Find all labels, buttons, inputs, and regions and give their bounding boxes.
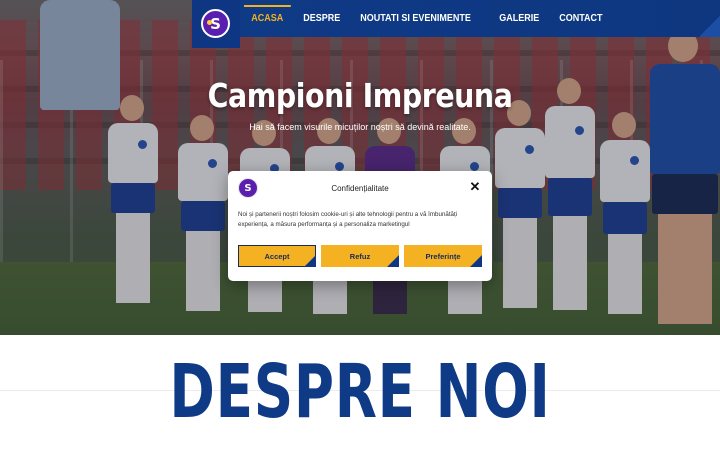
nav-item-contact[interactable]: CONTACT [552,0,610,37]
main-nav: ACASA DESPRE NOUTATI SI EVENIMENTE GALER… [244,0,616,37]
nav-item-despre[interactable]: DESPRE [296,0,347,37]
modal-text: Noi și partenerii noștri folosim cookie-… [238,211,458,228]
header-corner-decoration [700,15,720,37]
nav-item-galerie[interactable]: GALERIE [492,0,546,37]
preferences-button[interactable]: Preferințe [404,245,482,267]
hero-subtitle: Hai să facem visurile micuților noștri s… [249,122,471,132]
hero-overlay [0,0,720,335]
about-title: DESPRE NOI [169,349,551,435]
hero-banner: Campioni Impreuna Hai să facem visurile … [0,0,720,335]
nav-item-acasa[interactable]: ACASA [244,0,291,37]
deny-button[interactable]: Refuz [321,245,399,267]
logo-dot-icon [207,20,212,25]
cookie-consent-modal: S Confidențialitate ✕ Noi și partenerii … [228,171,492,281]
close-icon[interactable]: ✕ [468,180,482,194]
accept-button[interactable]: Accept [238,245,316,267]
nav-item-noutati[interactable]: NOUTATI SI EVENIMENTE [353,0,478,37]
hero-title: Campioni Impreuna [207,76,513,115]
modal-title: Confidențialitate [331,184,389,193]
club-logo[interactable]: S [201,9,230,38]
page: Campioni Impreuna Hai să facem visurile … [0,0,720,450]
